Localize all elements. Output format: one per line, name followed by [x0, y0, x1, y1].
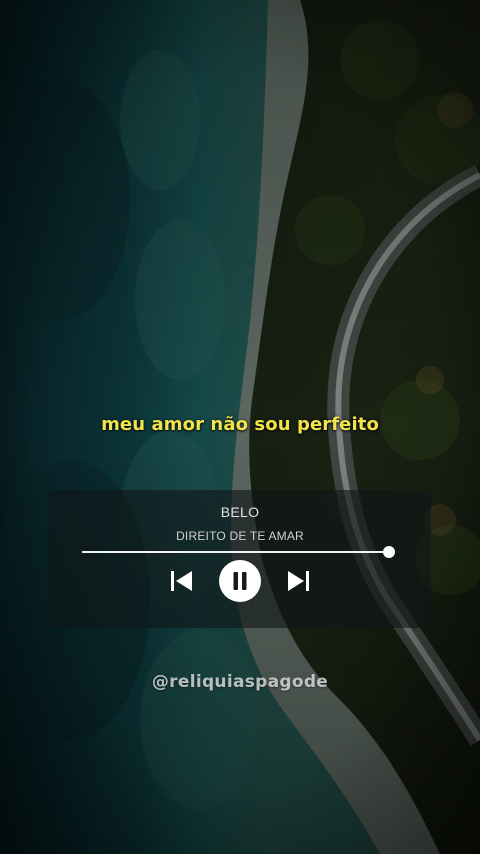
next-track-button[interactable]	[285, 569, 311, 593]
play-pause-button[interactable]	[219, 560, 261, 602]
previous-track-button[interactable]	[169, 569, 195, 593]
progress-fill	[82, 551, 389, 553]
pause-icon	[233, 572, 247, 590]
song-title: DIREITO DE TE AMAR	[176, 529, 304, 543]
lyric-line: meu amor não sou perfeito	[101, 414, 379, 435]
progress-bar[interactable]	[82, 546, 395, 558]
skip-next-icon	[288, 571, 309, 591]
music-player-card: BELO DIREITO DE TE AMAR	[49, 490, 431, 628]
progress-handle[interactable]	[382, 546, 395, 558]
skip-previous-icon	[171, 571, 192, 591]
watermark-handle: @reliquiaspagode	[151, 672, 329, 692]
artist-name: BELO	[220, 504, 260, 520]
